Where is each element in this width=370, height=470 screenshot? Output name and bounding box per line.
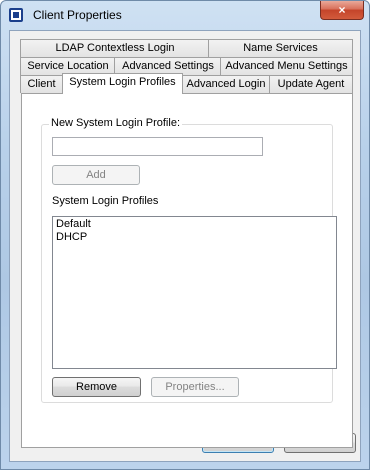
tab-label: Advanced Menu Settings bbox=[225, 60, 348, 72]
properties-button[interactable]: Properties... bbox=[151, 377, 239, 397]
tab-label: LDAP Contextless Login bbox=[55, 42, 175, 54]
tab-update-agent[interactable]: Update Agent bbox=[269, 75, 353, 93]
close-icon: × bbox=[338, 3, 346, 17]
tab-panel: New System Login Profile: Add System Log… bbox=[21, 93, 353, 448]
profiles-group: New System Login Profile: Add System Log… bbox=[41, 117, 337, 403]
remove-button[interactable]: Remove bbox=[52, 377, 141, 397]
tab-label: Advanced Login bbox=[186, 78, 266, 90]
client-properties-window: Client Properties × LDAP Contextless Log… bbox=[0, 0, 370, 470]
tab-label: Advanced Settings bbox=[122, 60, 214, 72]
tab-ldap-contextless-login[interactable]: LDAP Contextless Login bbox=[20, 39, 210, 57]
title-bar[interactable]: Client Properties × bbox=[1, 1, 369, 29]
tab-label: Name Services bbox=[243, 42, 318, 54]
profiles-list-label: System Login Profiles bbox=[52, 195, 159, 207]
tab-label: Update Agent bbox=[277, 78, 345, 90]
tab-label: System Login Profiles bbox=[69, 76, 176, 88]
tab-system-login-profiles[interactable]: System Login Profiles bbox=[62, 73, 183, 94]
tab-advanced-login[interactable]: Advanced Login bbox=[182, 75, 270, 93]
close-button[interactable]: × bbox=[320, 1, 364, 20]
new-profile-label: New System Login Profile: bbox=[49, 117, 182, 129]
tab-client[interactable]: Client bbox=[20, 75, 63, 93]
list-item[interactable]: DHCP bbox=[53, 230, 336, 243]
profiles-listbox[interactable]: Default DHCP bbox=[52, 216, 337, 369]
tab-name-services[interactable]: Name Services bbox=[208, 39, 353, 57]
new-profile-input[interactable] bbox=[52, 137, 263, 156]
dialog-body: LDAP Contextless Login Name Services Ser… bbox=[9, 30, 361, 462]
tab-label: Service Location bbox=[27, 60, 109, 72]
window-title: Client Properties bbox=[33, 8, 122, 22]
tab-label: Client bbox=[27, 78, 56, 90]
app-window-icon bbox=[9, 8, 23, 22]
tab-advanced-menu-settings[interactable]: Advanced Menu Settings bbox=[220, 57, 353, 75]
list-item[interactable]: Default bbox=[53, 217, 336, 230]
add-button[interactable]: Add bbox=[52, 165, 140, 185]
